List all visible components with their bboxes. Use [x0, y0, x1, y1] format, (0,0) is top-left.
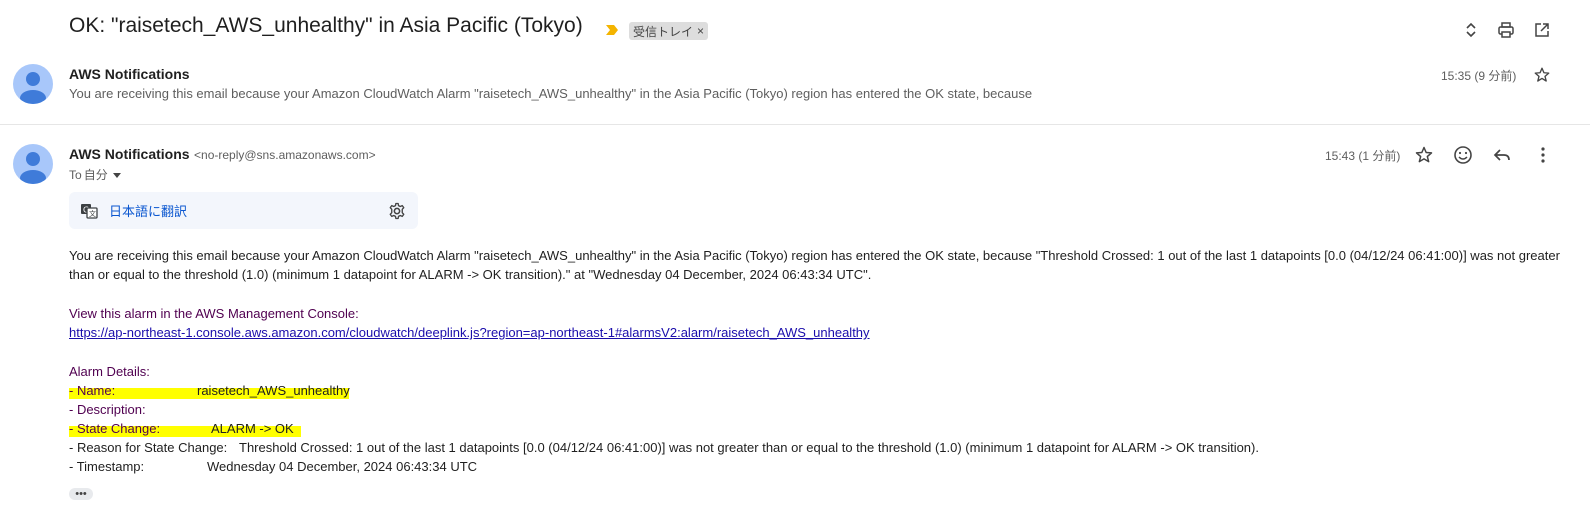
important-marker-icon[interactable] [605, 23, 619, 37]
detail-reason-label: - Reason for State Change: [69, 440, 228, 455]
star-icon[interactable] [1533, 66, 1551, 84]
body-paragraph-line-1: You are receiving this email because you… [69, 248, 1560, 263]
detail-name-value: raisetech_AWS_unhealthy [197, 383, 350, 398]
detail-state-label: - State Change: [69, 421, 161, 436]
detail-name-row: - Name: raisetech_AWS_unhealthy [69, 381, 350, 401]
detail-description-label: - Description: [69, 402, 146, 417]
sender-line: AWS Notifications <no-reply@sns.amazonaw… [69, 146, 376, 164]
thread-subject: OK: "raisetech_AWS_unhealthy" in Asia Pa… [69, 14, 583, 37]
detail-timestamp-label: - Timestamp: [69, 459, 145, 474]
unfold-icon[interactable] [1459, 18, 1483, 42]
alarm-details-heading: Alarm Details: [69, 364, 150, 379]
sender-email[interactable]: <no-reply@sns.amazonaws.com> [194, 148, 376, 162]
inbox-label-text: 受信トレイ [633, 24, 694, 39]
person-icon [20, 72, 46, 104]
detail-name-label: - Name: [69, 383, 116, 398]
svg-text:文: 文 [89, 209, 96, 218]
detail-timestamp-value: Wednesday 04 December, 2024 06:43:34 UTC [207, 459, 478, 474]
inbox-label-chip[interactable]: 受信トレイ × [629, 22, 709, 40]
recipient-line[interactable]: To 自分 [69, 166, 124, 183]
recipient-name: 自分 [83, 168, 108, 182]
collapsed-message-snippet[interactable]: You are receiving this email because you… [69, 86, 1032, 101]
reply-icon[interactable] [1492, 145, 1512, 165]
person-icon [20, 152, 46, 184]
gear-icon[interactable] [388, 202, 406, 220]
translate-link[interactable]: 日本語に翻訳 [109, 201, 187, 220]
show-trimmed-content-button[interactable]: ••• [69, 488, 93, 500]
open-in-new-window-icon[interactable] [1530, 18, 1554, 42]
detail-reason-value: Threshold Crossed: 1 out of the last 1 d… [239, 440, 1259, 455]
body-paragraph-line-2: than or equal to the threshold (1.0) (mi… [69, 267, 872, 282]
collapsed-message-time: 15:35 (9 分前) [1441, 69, 1517, 83]
emoji-reaction-icon[interactable] [1453, 145, 1473, 165]
sender-avatar [13, 64, 53, 104]
message-divider [0, 124, 1590, 125]
star-icon[interactable] [1414, 145, 1434, 165]
print-icon[interactable] [1494, 18, 1518, 42]
console-label: View this alarm in the AWS Management Co… [69, 306, 359, 321]
detail-state-row: - State Change: ALARM -> OK [69, 419, 301, 439]
message-time: 15:43 (1 分前) [1325, 149, 1401, 163]
more-options-icon[interactable] [1533, 145, 1553, 165]
dropdown-arrow-icon[interactable] [110, 168, 124, 182]
remove-label-button[interactable]: × [697, 24, 704, 38]
detail-timestamp-row: - Timestamp: Wednesday 04 December, 2024 … [69, 457, 477, 477]
detail-reason-row: - Reason for State Change: Threshold Cros… [69, 438, 1259, 458]
detail-state-value: ALARM -> OK [211, 421, 294, 436]
console-link[interactable]: https://ap-northeast-1.console.aws.amazo… [69, 323, 870, 343]
sender-name[interactable]: AWS Notifications [69, 146, 190, 162]
collapsed-sender-name[interactable]: AWS Notifications [69, 66, 190, 82]
translate-icon: G 文 [81, 203, 98, 219]
translate-bar: G 文 日本語に翻訳 [69, 192, 418, 229]
to-prefix: To [69, 167, 82, 182]
sender-avatar-expanded [13, 144, 53, 184]
